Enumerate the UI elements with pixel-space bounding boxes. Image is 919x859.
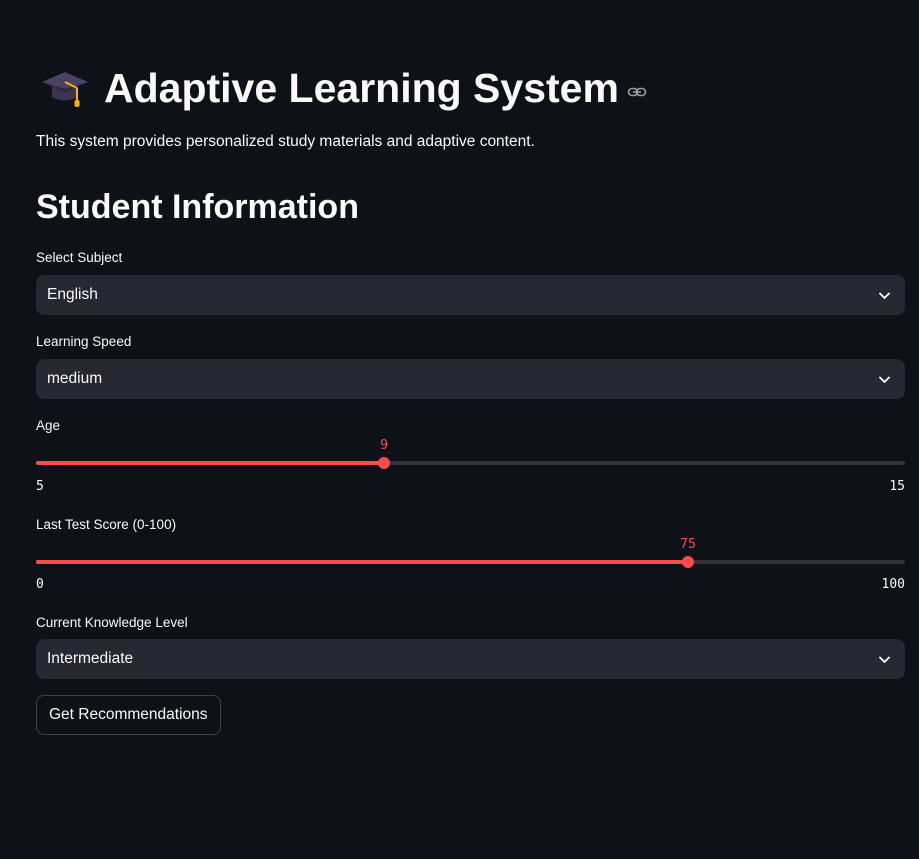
knowledge-label: Current Knowledge Level [36,615,188,630]
age-slider-thumb[interactable] [378,457,390,469]
chevron-down-icon [879,656,890,663]
chevron-down-icon [879,376,890,383]
score-slider-min: 0 [36,577,44,592]
chevron-down-icon [879,292,890,299]
score-slider-thumb[interactable] [682,556,694,568]
knowledge-select-value: Intermediate [47,650,134,667]
speed-select-value: medium [47,370,103,387]
knowledge-select[interactable]: Intermediate [36,639,905,679]
age-label: Age [36,418,61,433]
age-slider-min: 5 [36,479,44,494]
age-slider-max: 15 [889,479,905,494]
app-page: Adaptive Learning System This system pro… [0,0,919,859]
speed-select[interactable]: medium [36,359,905,399]
graduation-cap-icon [42,72,88,107]
score-slider-max: 100 [881,577,905,592]
score-slider-value: 75 [680,537,696,552]
score-slider-fill [36,560,688,564]
age-slider[interactable]: 9 5 15 [36,438,905,498]
age-slider-fill [36,461,384,465]
section-title: Student Information [36,188,359,226]
age-slider-value: 9 [380,438,388,453]
subject-select[interactable]: English [36,275,905,315]
page-title: Adaptive Learning System [104,64,619,111]
title-row: Adaptive Learning System [40,62,647,114]
get-recommendations-button[interactable]: Get Recommendations [36,695,221,735]
score-slider[interactable]: 75 0 100 [36,537,905,597]
page-description: This system provides personalized study … [36,133,535,150]
speed-label: Learning Speed [36,334,132,349]
link-icon[interactable] [627,82,647,102]
subject-label: Select Subject [36,250,123,265]
score-label: Last Test Score (0-100) [36,517,177,532]
subject-select-value: English [47,286,98,303]
